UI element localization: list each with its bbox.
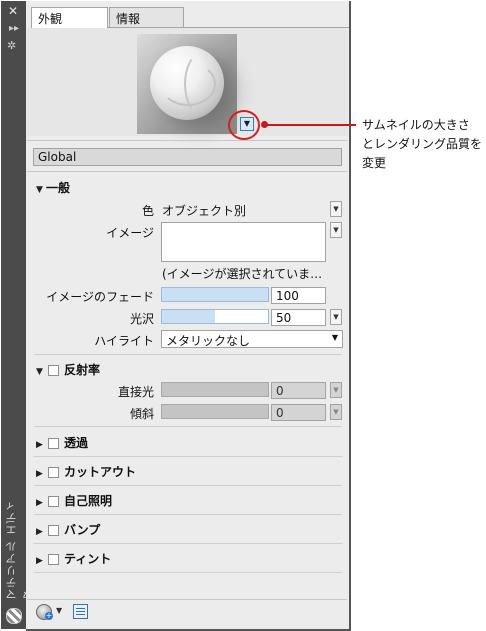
- close-icon[interactable]: ✕: [8, 4, 18, 18]
- transparency-checkbox[interactable]: [48, 438, 59, 449]
- image-dropdown[interactable]: ▼: [330, 222, 342, 238]
- chevron-down-icon[interactable]: ▼: [56, 606, 62, 615]
- section-transparency-title: 透過: [64, 436, 89, 450]
- callout-line-2: とレンダリング品質を: [362, 137, 483, 151]
- material-swatch-icon: [6, 608, 22, 624]
- divider: [34, 456, 342, 457]
- self-illumination-checkbox[interactable]: [48, 496, 59, 507]
- section-tint-title: ティント: [64, 552, 112, 566]
- section-cutout[interactable]: ▶ カットアウト: [36, 463, 136, 480]
- expand-arrow-icon[interactable]: ▼: [36, 185, 46, 195]
- gloss-slider[interactable]: [161, 309, 269, 324]
- section-tint[interactable]: ▶ ティント: [36, 550, 111, 567]
- cutout-checkbox[interactable]: [48, 467, 59, 478]
- auto-hide-icon[interactable]: ▸▸: [9, 23, 19, 34]
- sphere-seam: [184, 52, 220, 116]
- callout-line-3: 変更: [362, 156, 387, 170]
- palette-title: マテリアル エディタ: [5, 499, 34, 601]
- image-field[interactable]: [161, 222, 326, 262]
- direct-dropdown[interactable]: ▼: [330, 382, 342, 398]
- collapse-arrow-icon[interactable]: ▶: [36, 469, 46, 479]
- tab-appearance[interactable]: 外観: [31, 7, 108, 29]
- section-transparency[interactable]: ▶ 透過: [36, 434, 88, 451]
- direct-input[interactable]: 0: [271, 382, 326, 399]
- divider: [34, 543, 342, 544]
- divider: [27, 171, 347, 172]
- section-general-title: 一般: [46, 181, 71, 195]
- preview-options-button[interactable]: ▼: [240, 117, 254, 131]
- divider: [34, 572, 342, 573]
- fade-input[interactable]: 100: [271, 287, 326, 304]
- direct-label: 直接光: [117, 385, 154, 399]
- fade-fill: [162, 288, 268, 301]
- fade-label: イメージのフェード: [46, 290, 154, 304]
- oblique-dropdown[interactable]: ▼: [330, 404, 342, 420]
- material-browser-button[interactable]: [73, 604, 88, 619]
- plus-icon: +: [45, 611, 53, 620]
- gloss-dropdown[interactable]: ▼: [330, 309, 342, 325]
- divider: [27, 140, 347, 141]
- divider: [34, 514, 342, 515]
- gloss-label: 光沢: [129, 312, 154, 326]
- divider: [34, 426, 342, 427]
- properties-icon[interactable]: ✲: [7, 39, 16, 52]
- bump-checkbox[interactable]: [48, 525, 59, 536]
- section-self-illumination[interactable]: ▶ 自己照明: [36, 492, 112, 509]
- reflectivity-checkbox[interactable]: [48, 365, 59, 376]
- expand-arrow-icon[interactable]: ▼: [36, 367, 46, 377]
- image-label: イメージ: [106, 226, 154, 240]
- color-value[interactable]: オブジェクト別: [162, 202, 246, 219]
- collapse-arrow-icon[interactable]: ▶: [36, 527, 46, 537]
- divider: [34, 354, 342, 355]
- section-reflectivity[interactable]: ▼ 反射率: [36, 361, 100, 378]
- gloss-fill: [162, 310, 215, 323]
- callout-text: サムネイルの大きさ とレンダリング品質を 変更: [362, 116, 482, 173]
- collapse-arrow-icon[interactable]: ▶: [36, 498, 46, 508]
- color-dropdown[interactable]: ▼: [330, 201, 342, 217]
- section-general[interactable]: ▼ 一般: [36, 179, 70, 196]
- highlight-value: メタリックなし: [166, 334, 251, 348]
- oblique-label: 傾斜: [129, 407, 154, 421]
- callout-line: [262, 124, 356, 126]
- divider: [34, 485, 342, 486]
- divider: [27, 599, 347, 600]
- chevron-down-icon: ▼: [331, 333, 338, 342]
- fade-slider[interactable]: [161, 287, 269, 302]
- collapse-arrow-icon[interactable]: ▶: [36, 556, 46, 566]
- tint-checkbox[interactable]: [48, 554, 59, 565]
- tab-information[interactable]: 情報: [109, 7, 184, 27]
- direct-slider[interactable]: [161, 382, 269, 397]
- image-note: (イメージが選択されていま…: [162, 267, 323, 281]
- section-bump[interactable]: ▶ バンプ: [36, 521, 100, 538]
- section-self-illumination-title: 自己照明: [64, 494, 113, 508]
- color-label: 色: [141, 204, 154, 218]
- collapse-arrow-icon[interactable]: ▶: [36, 440, 46, 450]
- gloss-input[interactable]: 50: [271, 309, 326, 326]
- oblique-input[interactable]: 0: [271, 404, 326, 421]
- callout-line-1: サムネイルの大きさ: [362, 118, 470, 132]
- highlight-select[interactable]: メタリックなし ▼: [161, 330, 343, 348]
- section-cutout-title: カットアウト: [64, 465, 137, 479]
- material-name-field[interactable]: Global: [33, 148, 342, 166]
- oblique-slider[interactable]: [161, 404, 269, 419]
- highlight-label: ハイライト: [94, 334, 154, 348]
- section-reflectivity-title: 反射率: [64, 363, 101, 377]
- section-bump-title: バンプ: [64, 523, 101, 537]
